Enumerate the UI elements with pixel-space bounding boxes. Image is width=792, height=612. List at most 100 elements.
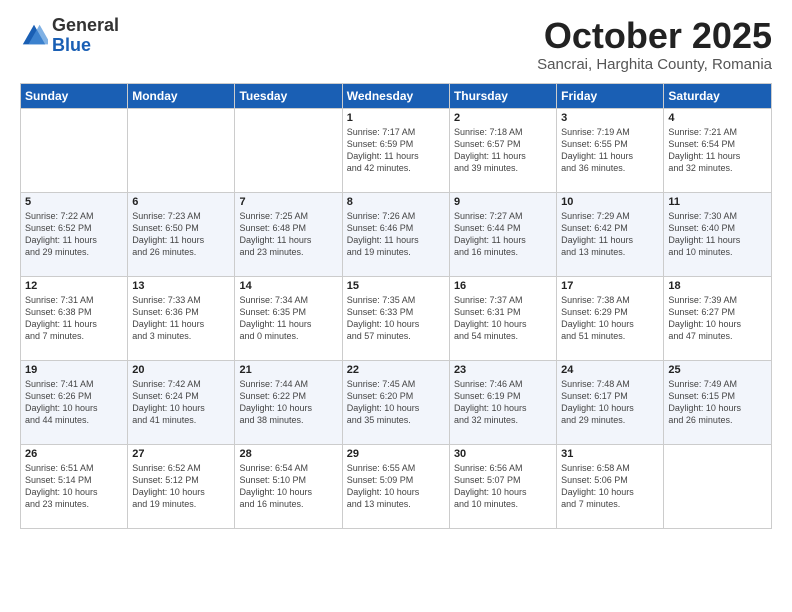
day-info: Sunrise: 7:23 AM Sunset: 6:50 PM Dayligh…	[132, 210, 230, 259]
day-info: Sunrise: 6:52 AM Sunset: 5:12 PM Dayligh…	[132, 462, 230, 511]
day-info: Sunrise: 7:46 AM Sunset: 6:19 PM Dayligh…	[454, 378, 552, 427]
day-number: 5	[25, 196, 123, 208]
day-number: 16	[454, 280, 552, 292]
week-row-1: 1 Sunrise: 7:17 AM Sunset: 6:59 PM Daylig…	[21, 108, 772, 192]
day-cell: 6 Sunrise: 7:23 AM Sunset: 6:50 PM Daylig…	[128, 192, 235, 276]
logo-blue: Blue	[52, 36, 119, 56]
day-info: Sunrise: 7:18 AM Sunset: 6:57 PM Dayligh…	[454, 126, 552, 175]
day-cell: 5 Sunrise: 7:22 AM Sunset: 6:52 PM Daylig…	[21, 192, 128, 276]
header-day-thursday: Thursday	[449, 83, 556, 108]
day-number: 12	[25, 280, 123, 292]
header-day-monday: Monday	[128, 83, 235, 108]
day-cell: 23 Sunrise: 7:46 AM Sunset: 6:19 PM Dayli…	[449, 360, 556, 444]
day-number: 28	[239, 448, 337, 460]
day-cell	[21, 108, 128, 192]
day-info: Sunrise: 7:27 AM Sunset: 6:44 PM Dayligh…	[454, 210, 552, 259]
header-day-wednesday: Wednesday	[342, 83, 449, 108]
week-row-4: 19Sunrise: 7:41 AM Sunset: 6:26 PM Dayli…	[21, 360, 772, 444]
day-cell: 4 Sunrise: 7:21 AM Sunset: 6:54 PM Daylig…	[664, 108, 772, 192]
day-info: Sunrise: 7:31 AM Sunset: 6:38 PM Dayligh…	[25, 294, 123, 343]
day-cell: 24 Sunrise: 7:48 AM Sunset: 6:17 PM Dayli…	[557, 360, 664, 444]
day-cell	[235, 108, 342, 192]
day-info: Sunrise: 7:48 AM Sunset: 6:17 PM Dayligh…	[561, 378, 659, 427]
day-number: 31	[561, 448, 659, 460]
header-day-saturday: Saturday	[664, 83, 772, 108]
day-info: Sunrise: 6:51 AM Sunset: 5:14 PM Dayligh…	[25, 462, 123, 511]
day-cell: 27 Sunrise: 6:52 AM Sunset: 5:12 PM Dayli…	[128, 444, 235, 528]
day-info: Sunrise: 7:25 AM Sunset: 6:48 PM Dayligh…	[239, 210, 337, 259]
subtitle: Sancrai, Harghita County, Romania	[537, 56, 772, 73]
day-cell: 12 Sunrise: 7:31 AM Sunset: 6:38 PM Dayli…	[21, 276, 128, 360]
day-cell: 9Sunrise: 7:27 AM Sunset: 6:44 PM Daylig…	[449, 192, 556, 276]
day-number: 4	[668, 112, 767, 124]
logo: General Blue	[20, 16, 119, 56]
day-info: Sunrise: 7:35 AM Sunset: 6:33 PM Dayligh…	[347, 294, 445, 343]
day-cell: 7 Sunrise: 7:25 AM Sunset: 6:48 PM Daylig…	[235, 192, 342, 276]
day-info: Sunrise: 6:58 AM Sunset: 5:06 PM Dayligh…	[561, 462, 659, 511]
day-cell: 30 Sunrise: 6:56 AM Sunset: 5:07 PM Dayli…	[449, 444, 556, 528]
day-cell: 11 Sunrise: 7:30 AM Sunset: 6:40 PM Dayli…	[664, 192, 772, 276]
day-info: Sunrise: 7:45 AM Sunset: 6:20 PM Dayligh…	[347, 378, 445, 427]
day-cell: 28Sunrise: 6:54 AM Sunset: 5:10 PM Dayli…	[235, 444, 342, 528]
day-number: 7	[239, 196, 337, 208]
day-cell: 25Sunrise: 7:49 AM Sunset: 6:15 PM Dayli…	[664, 360, 772, 444]
day-cell: 20Sunrise: 7:42 AM Sunset: 6:24 PM Dayli…	[128, 360, 235, 444]
day-number: 1	[347, 112, 445, 124]
day-cell: 19Sunrise: 7:41 AM Sunset: 6:26 PM Dayli…	[21, 360, 128, 444]
day-info: Sunrise: 7:21 AM Sunset: 6:54 PM Dayligh…	[668, 126, 767, 175]
day-number: 10	[561, 196, 659, 208]
day-cell: 21 Sunrise: 7:44 AM Sunset: 6:22 PM Dayli…	[235, 360, 342, 444]
header-day-sunday: Sunday	[21, 83, 128, 108]
day-info: Sunrise: 7:19 AM Sunset: 6:55 PM Dayligh…	[561, 126, 659, 175]
day-number: 18	[668, 280, 767, 292]
day-number: 6	[132, 196, 230, 208]
day-info: Sunrise: 7:29 AM Sunset: 6:42 PM Dayligh…	[561, 210, 659, 259]
day-cell: 16 Sunrise: 7:37 AM Sunset: 6:31 PM Dayli…	[449, 276, 556, 360]
day-info: Sunrise: 7:44 AM Sunset: 6:22 PM Dayligh…	[239, 378, 337, 427]
day-number: 11	[668, 196, 767, 208]
week-row-3: 12 Sunrise: 7:31 AM Sunset: 6:38 PM Dayli…	[21, 276, 772, 360]
day-number: 26	[25, 448, 123, 460]
week-row-5: 26 Sunrise: 6:51 AM Sunset: 5:14 PM Dayli…	[21, 444, 772, 528]
day-number: 30	[454, 448, 552, 460]
header-day-friday: Friday	[557, 83, 664, 108]
page: General Blue October 2025 Sancrai, Hargh…	[0, 0, 792, 539]
day-number: 27	[132, 448, 230, 460]
day-info: Sunrise: 7:22 AM Sunset: 6:52 PM Dayligh…	[25, 210, 123, 259]
day-cell	[664, 444, 772, 528]
day-cell: 29 Sunrise: 6:55 AM Sunset: 5:09 PM Dayli…	[342, 444, 449, 528]
header-day-tuesday: Tuesday	[235, 83, 342, 108]
day-info: Sunrise: 6:56 AM Sunset: 5:07 PM Dayligh…	[454, 462, 552, 511]
day-number: 13	[132, 280, 230, 292]
day-number: 23	[454, 364, 552, 376]
day-cell: 10 Sunrise: 7:29 AM Sunset: 6:42 PM Dayli…	[557, 192, 664, 276]
day-info: Sunrise: 7:38 AM Sunset: 6:29 PM Dayligh…	[561, 294, 659, 343]
day-cell: 8 Sunrise: 7:26 AM Sunset: 6:46 PM Daylig…	[342, 192, 449, 276]
day-number: 15	[347, 280, 445, 292]
day-cell: 2 Sunrise: 7:18 AM Sunset: 6:57 PM Daylig…	[449, 108, 556, 192]
day-number: 8	[347, 196, 445, 208]
day-info: Sunrise: 7:33 AM Sunset: 6:36 PM Dayligh…	[132, 294, 230, 343]
day-info: Sunrise: 7:17 AM Sunset: 6:59 PM Dayligh…	[347, 126, 445, 175]
day-number: 2	[454, 112, 552, 124]
header-row: SundayMondayTuesdayWednesdayThursdayFrid…	[21, 83, 772, 108]
day-info: Sunrise: 7:26 AM Sunset: 6:46 PM Dayligh…	[347, 210, 445, 259]
day-number: 29	[347, 448, 445, 460]
day-cell	[128, 108, 235, 192]
day-cell: 22Sunrise: 7:45 AM Sunset: 6:20 PM Dayli…	[342, 360, 449, 444]
day-number: 24	[561, 364, 659, 376]
day-cell: 18Sunrise: 7:39 AM Sunset: 6:27 PM Dayli…	[664, 276, 772, 360]
day-info: Sunrise: 6:55 AM Sunset: 5:09 PM Dayligh…	[347, 462, 445, 511]
day-cell: 14Sunrise: 7:34 AM Sunset: 6:35 PM Dayli…	[235, 276, 342, 360]
day-cell: 13 Sunrise: 7:33 AM Sunset: 6:36 PM Dayli…	[128, 276, 235, 360]
day-number: 17	[561, 280, 659, 292]
day-info: Sunrise: 7:30 AM Sunset: 6:40 PM Dayligh…	[668, 210, 767, 259]
day-cell: 15 Sunrise: 7:35 AM Sunset: 6:33 PM Dayli…	[342, 276, 449, 360]
day-number: 19	[25, 364, 123, 376]
title-block: October 2025 Sancrai, Harghita County, R…	[537, 16, 772, 73]
day-number: 21	[239, 364, 337, 376]
day-info: Sunrise: 7:49 AM Sunset: 6:15 PM Dayligh…	[668, 378, 767, 427]
day-info: Sunrise: 7:42 AM Sunset: 6:24 PM Dayligh…	[132, 378, 230, 427]
day-info: Sunrise: 7:37 AM Sunset: 6:31 PM Dayligh…	[454, 294, 552, 343]
day-number: 3	[561, 112, 659, 124]
